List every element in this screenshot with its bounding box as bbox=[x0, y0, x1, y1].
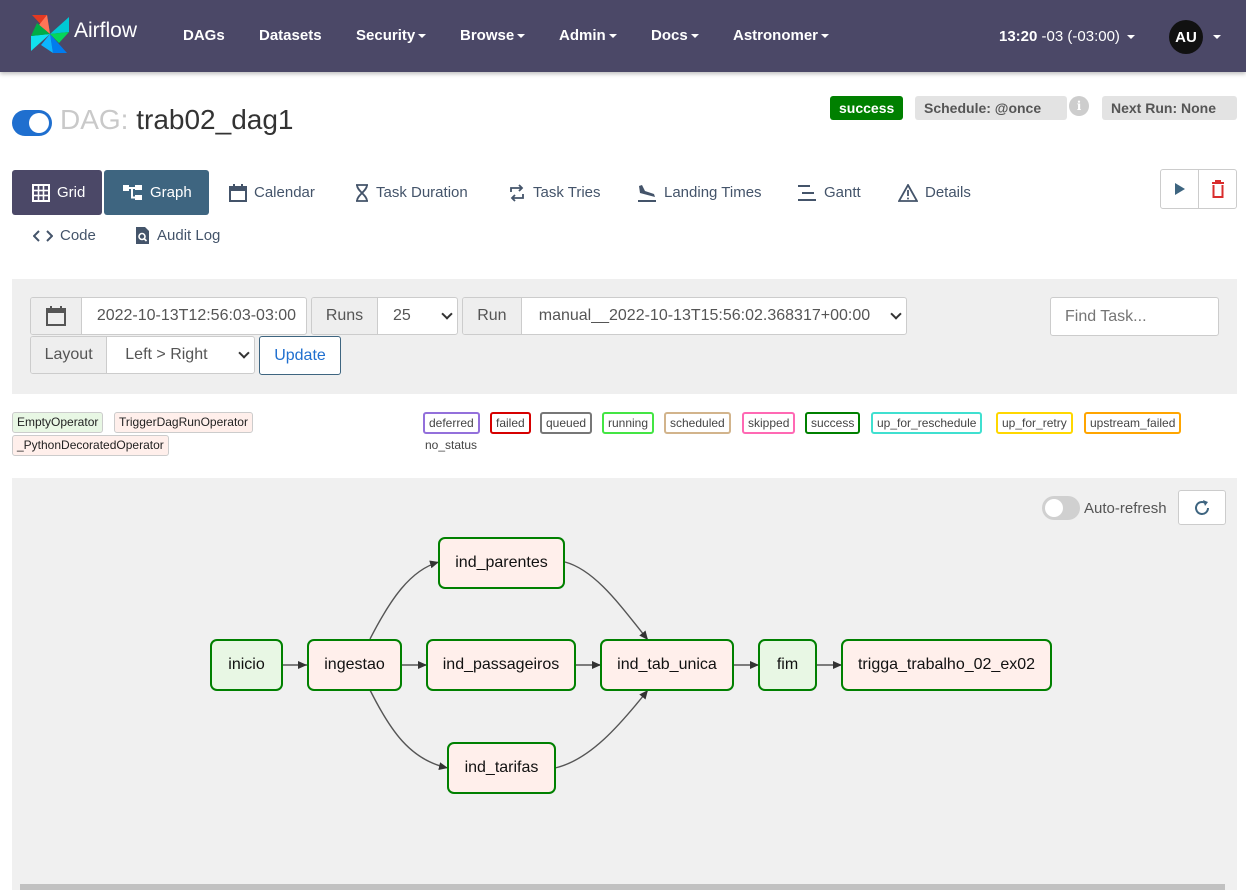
task-node-inicio[interactable]: inicio bbox=[210, 639, 283, 691]
task-node-fim[interactable]: fim bbox=[758, 639, 817, 691]
task-node-ind-tarifas[interactable]: ind_tarifas bbox=[447, 742, 556, 794]
task-node-trigga-trabalho[interactable]: trigga_trabalho_02_ex02 bbox=[841, 639, 1052, 691]
horizontal-scrollbar[interactable] bbox=[20, 884, 1225, 890]
task-node-ingestao[interactable]: ingestao bbox=[307, 639, 402, 691]
task-node-ind-passageiros[interactable]: ind_passageiros bbox=[426, 639, 576, 691]
task-node-ind-parentes[interactable]: ind_parentes bbox=[438, 537, 565, 589]
graph-edges bbox=[283, 560, 842, 771]
task-node-ind-tab-unica[interactable]: ind_tab_unica bbox=[600, 639, 734, 691]
